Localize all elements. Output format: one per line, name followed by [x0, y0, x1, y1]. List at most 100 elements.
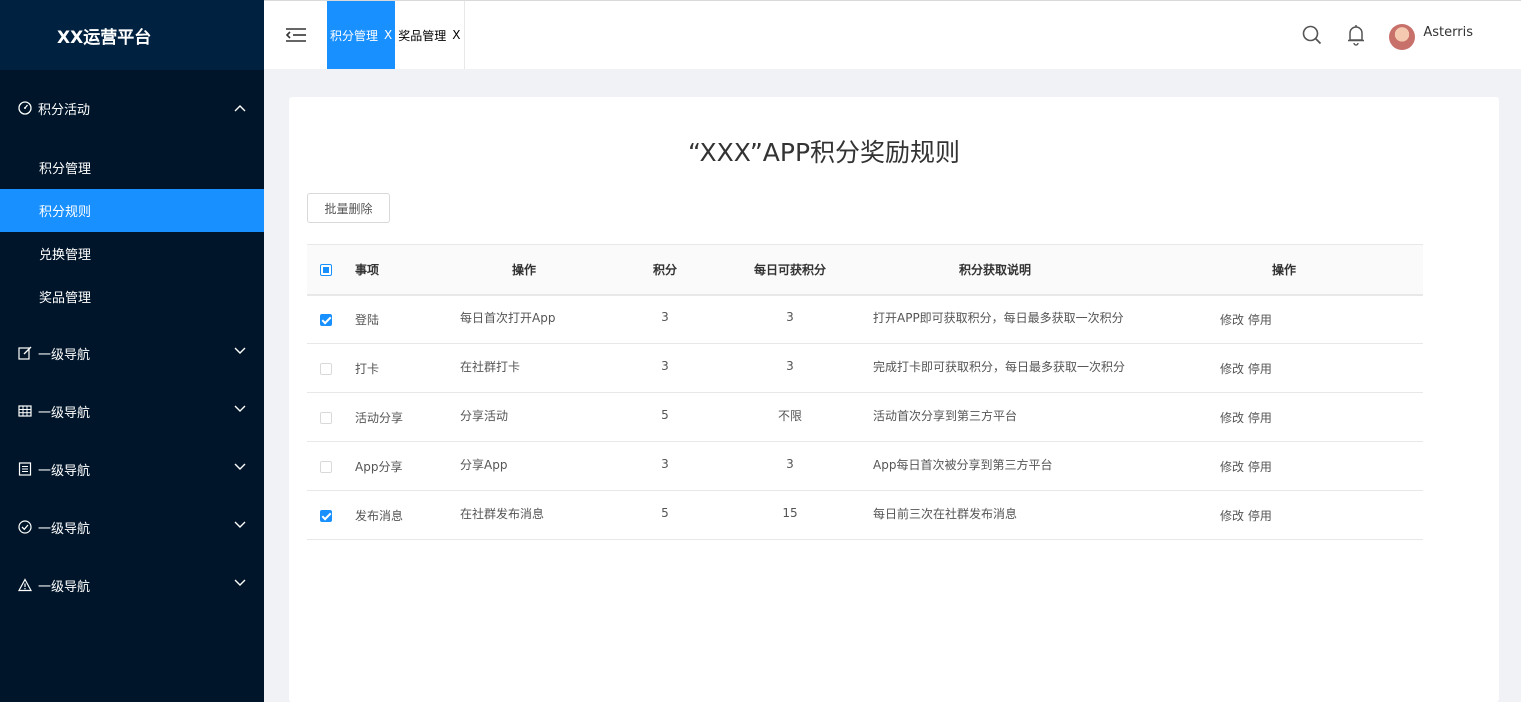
cell-description: 完成打卡即可获取积分，每日最多获取一次积分: [865, 343, 1185, 393]
table-row: 发布消息 在社群发布消息 5 15 每日前三次在社群发布消息 修改 停用: [307, 490, 1423, 540]
cell-daily-points: 3: [715, 294, 865, 344]
dashboard-icon: [17, 101, 32, 116]
batch-delete-button[interactable]: 批量删除: [307, 193, 390, 223]
edit-link[interactable]: 修改: [1220, 313, 1244, 327]
row-checkbox[interactable]: [320, 460, 332, 473]
menu-fold-icon[interactable]: [264, 1, 327, 69]
cell-item: App分享: [345, 441, 445, 491]
table-header-row: 事项 操作 积分 每日可获积分 积分获取说明 操作: [307, 244, 1423, 296]
sidebar-item-exchange-management[interactable]: 兑换管理: [0, 232, 264, 275]
cell-item: 打卡: [345, 343, 445, 393]
sidebar: XX运营平台 积分活动 积分管理 积分规则 兑换管理 奖品管理 一级导航 一级导…: [0, 0, 264, 702]
cell-description: 打开APP即可获取积分，每日最多获取一次积分: [865, 294, 1185, 344]
row-checkbox[interactable]: [320, 313, 332, 326]
sidebar-nav-label: 一级导航: [38, 579, 91, 595]
cell-points-text: 5: [661, 506, 669, 520]
cell-points: 5: [615, 490, 715, 540]
sidebar-nav-label: 一级导航: [38, 463, 91, 479]
row-checkbox[interactable]: [320, 362, 332, 375]
column-header-item: 事项: [345, 244, 445, 296]
avatar[interactable]: [1389, 24, 1416, 50]
check-circle-icon: [17, 520, 32, 535]
cell-daily-points: 3: [715, 343, 865, 393]
tab-prize-management[interactable]: 奖品管理 X: [395, 1, 465, 69]
cell-description: 活动首次分享到第三方平台: [865, 392, 1185, 442]
sidebar-nav-label: 一级导航: [38, 347, 91, 363]
column-header-description: 积分获取说明: [865, 244, 1185, 296]
cell-operation: 在社群打卡: [445, 343, 615, 393]
edit-link[interactable]: 修改: [1220, 362, 1244, 376]
edit-link[interactable]: 修改: [1220, 460, 1244, 474]
cell-actions: 修改 停用: [1185, 490, 1423, 540]
sidebar-nav-label: 一级导航: [38, 521, 91, 537]
edit-link[interactable]: 修改: [1220, 411, 1244, 425]
select-all-cell: [307, 244, 345, 296]
cell-operation-text: 在社群打卡: [460, 359, 521, 374]
row-select-cell: [307, 294, 345, 344]
cell-operation: 在社群发布消息: [445, 490, 615, 540]
row-select-cell: [307, 441, 345, 491]
cell-operation: 分享App: [445, 441, 615, 491]
top-header: 积分管理 X 奖品管理 X Asterris: [264, 0, 1521, 69]
app-logo: XX运营平台: [0, 0, 264, 70]
tab-close-button[interactable]: X: [384, 28, 392, 42]
disable-link[interactable]: 停用: [1248, 411, 1272, 425]
main-content-card: “XXX”APP积分奖励规则 批量删除 事项 操作 积分 每日可获积分 积分获取…: [289, 97, 1499, 702]
cell-daily-text: 15: [782, 506, 798, 520]
cell-daily-points: 不限: [715, 392, 865, 442]
column-header-points: 积分: [615, 244, 715, 296]
cell-daily-text: 不限: [777, 408, 802, 423]
disable-link[interactable]: 停用: [1248, 509, 1272, 523]
cell-item: 登陆: [345, 294, 445, 344]
table-row: 登陆 每日首次打开App 3 3 打开APP即可获取积分，每日最多获取一次积分 …: [307, 294, 1423, 344]
disable-link[interactable]: 停用: [1248, 313, 1272, 327]
tab-close-button[interactable]: X: [452, 28, 460, 42]
cell-daily-text: 3: [786, 457, 794, 471]
sidebar-nav-item-2[interactable]: 一级导航: [0, 382, 264, 440]
row-checkbox[interactable]: [320, 509, 332, 522]
sidebar-nav-item-5[interactable]: 一级导航: [0, 556, 264, 614]
sidebar-group-label: 积分活动: [38, 102, 91, 118]
disable-link[interactable]: 停用: [1248, 460, 1272, 474]
rules-table: 事项 操作 积分 每日可获积分 积分获取说明 操作 登陆 每日首次打开App 3…: [307, 244, 1423, 540]
chevron-down-icon: [234, 521, 246, 533]
sidebar-item-label: 积分管理: [39, 162, 92, 177]
cell-operation-text: 分享App: [460, 457, 508, 472]
cell-actions: 修改 停用: [1185, 441, 1423, 491]
table-row: 打卡 在社群打卡 3 3 完成打卡即可获取积分，每日最多获取一次积分 修改 停用: [307, 343, 1423, 393]
tab-points-management[interactable]: 积分管理 X: [327, 1, 396, 69]
cell-points-text: 3: [661, 359, 669, 373]
sidebar-nav-item-3[interactable]: 一级导航: [0, 440, 264, 498]
column-header-operation: 操作: [445, 244, 615, 296]
cell-actions: 修改 停用: [1185, 294, 1423, 344]
sidebar-item-points-rules[interactable]: 积分规则: [0, 189, 264, 232]
user-name[interactable]: Asterris: [1423, 25, 1473, 40]
cell-points-text: 3: [661, 457, 669, 471]
sidebar-nav-item-1[interactable]: 一级导航: [0, 324, 264, 382]
chevron-up-icon: [234, 102, 246, 114]
list-icon: [17, 462, 32, 477]
column-header-actions: 操作: [1185, 244, 1423, 296]
sidebar-group-points-activity[interactable]: 积分活动: [0, 70, 264, 146]
sidebar-item-points-management[interactable]: 积分管理: [0, 146, 264, 189]
edit-link[interactable]: 修改: [1220, 509, 1244, 523]
cell-operation-text: 在社群发布消息: [460, 506, 545, 521]
page-title: “XXX”APP积分奖励规则: [687, 138, 961, 167]
disable-link[interactable]: 停用: [1248, 362, 1272, 376]
search-icon[interactable]: [1301, 24, 1323, 46]
bell-icon[interactable]: [1345, 24, 1367, 46]
select-all-checkbox[interactable]: [320, 263, 332, 276]
table-row: 活动分享 分享活动 5 不限 活动首次分享到第三方平台 修改 停用: [307, 392, 1423, 442]
row-checkbox[interactable]: [320, 411, 332, 424]
cell-operation: 分享活动: [445, 392, 615, 442]
cell-description-text: 打开APP即可获取积分，每日最多获取一次积分: [873, 310, 1124, 325]
cell-points: 3: [615, 343, 715, 393]
cell-description-text: App每日首次被分享到第三方平台: [873, 457, 1053, 472]
cell-points-text: 3: [661, 310, 669, 325]
sidebar-nav-item-4[interactable]: 一级导航: [0, 498, 264, 556]
sidebar-item-label: 奖品管理: [39, 291, 92, 306]
tab-label: 奖品管理: [398, 28, 447, 43]
cell-actions: 修改 停用: [1185, 392, 1423, 442]
warning-icon: [17, 578, 32, 593]
sidebar-item-prize-management[interactable]: 奖品管理: [0, 275, 264, 318]
